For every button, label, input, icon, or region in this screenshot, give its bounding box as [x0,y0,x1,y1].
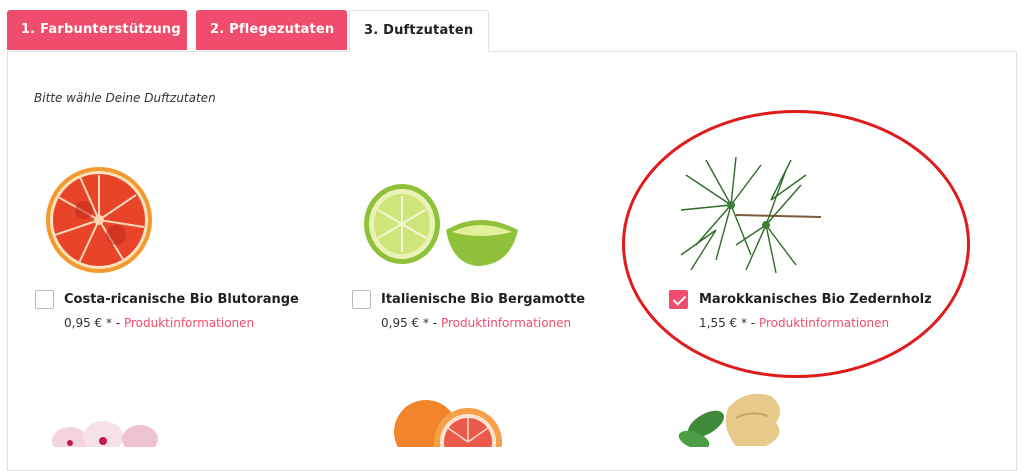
selection-prompt: Bitte wähle Deine Duftzutaten [34,91,216,105]
product-name-blutorange: Costa-ricanische Bio Blutorange [64,292,299,307]
checkbox-bergamotte[interactable] [352,290,371,309]
product-price-bergamotte: 0,95 € * - Produktinformationen [381,316,571,330]
checkbox-zedernholz[interactable] [669,290,688,309]
tab-pflegezutaten[interactable]: 2. Pflegezutaten [196,10,347,50]
bergamot-image [364,184,518,266]
product-name-bergamotte: Italienische Bio Bergamotte [381,292,586,307]
tab-farbunterstuetzung[interactable]: 1. Farbunterstützung [7,10,187,50]
price-text: 0,95 € * - [64,316,121,330]
geranium-image [52,421,158,447]
product-info-link-zedernholz[interactable]: Produktinformationen [759,316,889,330]
ginger-mint-image [678,393,780,447]
tab-duftzutaten[interactable]: 3. Duftzutaten [349,10,489,52]
product-price-zedernholz: 1,55 € * - Produktinformationen [699,316,889,330]
product-info-link-bergamotte[interactable]: Produktinformationen [441,316,571,330]
product-info-link-blutorange[interactable]: Produktinformationen [124,316,254,330]
grapefruit-image [394,400,502,447]
blood-orange-image [46,167,152,273]
product-price-blutorange: 0,95 € * - Produktinformationen [64,316,254,330]
checkbox-blutorange[interactable] [35,290,54,309]
price-text: 0,95 € * - [381,316,438,330]
price-text: 1,55 € * - [699,316,756,330]
product-name-zedernholz: Marokkanisches Bio Zedernholz [699,292,932,307]
cedarwood-image [680,156,822,274]
